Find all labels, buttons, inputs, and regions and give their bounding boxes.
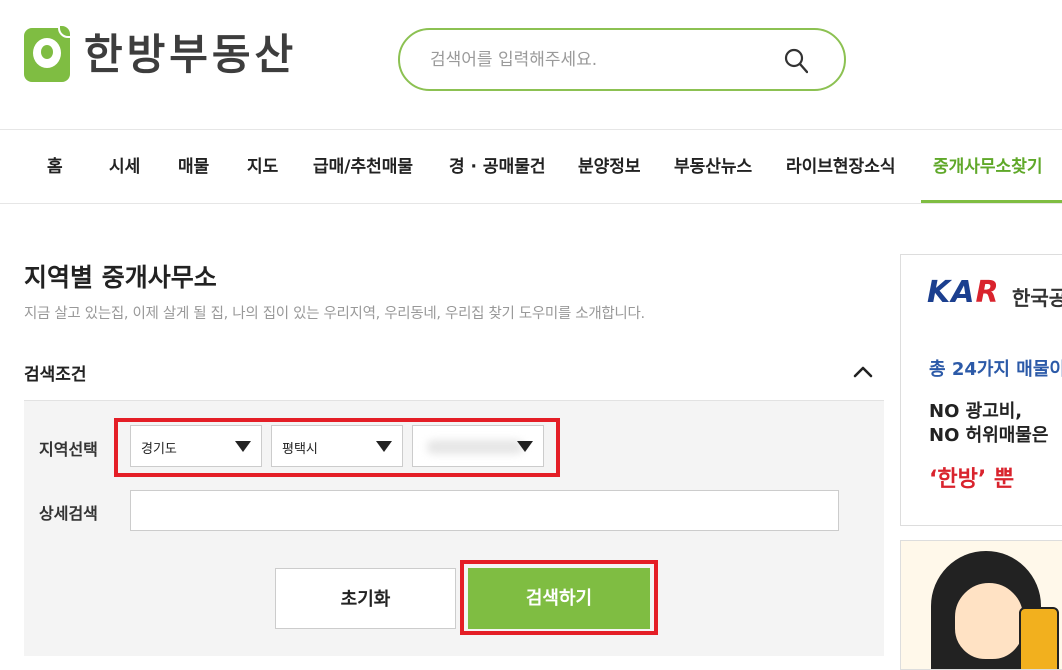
logo-icon [24, 24, 72, 82]
nav-active-indicator [921, 200, 1062, 203]
search-conditions-title: 검색조건 [24, 365, 87, 385]
province-select[interactable]: 경기도 [130, 425, 262, 467]
page-description: 지금 살고 있는집, 이제 살게 될 집, 나의 집이 있는 우리지역, 우리동… [24, 306, 645, 322]
nav-item-price[interactable]: 시세 [109, 131, 140, 204]
nav-item-map[interactable]: 지도 [247, 131, 278, 204]
phone-icon [1019, 607, 1059, 669]
main-nav: 홈 시세 매물 지도 급매/추천매물 경 · 공매물건 분양정보 부동산뉴스 라… [0, 131, 1062, 204]
kar-logo: KAR [927, 275, 1000, 310]
dropdown-arrow-icon [376, 441, 392, 452]
nav-item-listings[interactable]: 매물 [178, 131, 209, 204]
site-header: 한방부동산 [0, 0, 1062, 130]
nav-item-find-agency[interactable]: 중개사무소찾기 [933, 131, 1042, 204]
site-logo[interactable]: 한방부동산 [24, 24, 298, 82]
nav-item-urgent[interactable]: 급매/추천매물 [313, 131, 413, 204]
side-ad-illustration[interactable] [900, 540, 1062, 670]
province-select-value: 경기도 [141, 442, 177, 457]
ad-line-4: ‘한방’ 뿐 [929, 467, 1015, 492]
search-icon[interactable] [784, 48, 808, 74]
region-label: 지역선택 [39, 440, 98, 459]
district-select-value-blurred [427, 440, 523, 454]
character-face [953, 581, 1025, 661]
nav-item-home[interactable]: 홈 [47, 131, 63, 204]
dropdown-arrow-icon [517, 441, 533, 452]
detail-search-input[interactable] [130, 490, 839, 531]
side-ad-banner[interactable]: KAR 한국공 총 24가지 매물이 NO 광고비, NO 허위매물은 ‘한방’… [900, 254, 1062, 526]
dropdown-arrow-icon [235, 441, 251, 452]
ad-org-name: 한국공 [1012, 286, 1062, 310]
nav-item-auction[interactable]: 경 · 공매물건 [449, 131, 546, 204]
ad-line-2b: NO 허위매물은 [929, 425, 1049, 446]
search-submit-button[interactable]: 검색하기 [468, 568, 650, 629]
nav-item-live[interactable]: 라이브현장소식 [786, 131, 895, 204]
city-select-value: 평택시 [282, 442, 318, 457]
ad-line-2: NO 광고비, NO 허위매물은 [929, 400, 1048, 448]
nav-item-presale[interactable]: 분양정보 [578, 131, 641, 204]
nav-item-news[interactable]: 부동산뉴스 [674, 131, 752, 204]
ad-line-1: 총 24가지 매물이 [929, 359, 1062, 380]
city-select[interactable]: 평택시 [271, 425, 403, 467]
page-title: 지역별 중개사무소 [24, 263, 217, 292]
district-select[interactable] [412, 425, 544, 467]
search-input[interactable] [430, 46, 770, 74]
detail-search-label: 상세검색 [39, 504, 98, 523]
reset-button[interactable]: 초기화 [275, 568, 456, 629]
ad-line-2a: NO 광고비, [929, 401, 1023, 422]
chevron-up-icon[interactable] [850, 362, 876, 382]
search-box [398, 28, 846, 91]
logo-text: 한방부동산 [84, 30, 298, 79]
